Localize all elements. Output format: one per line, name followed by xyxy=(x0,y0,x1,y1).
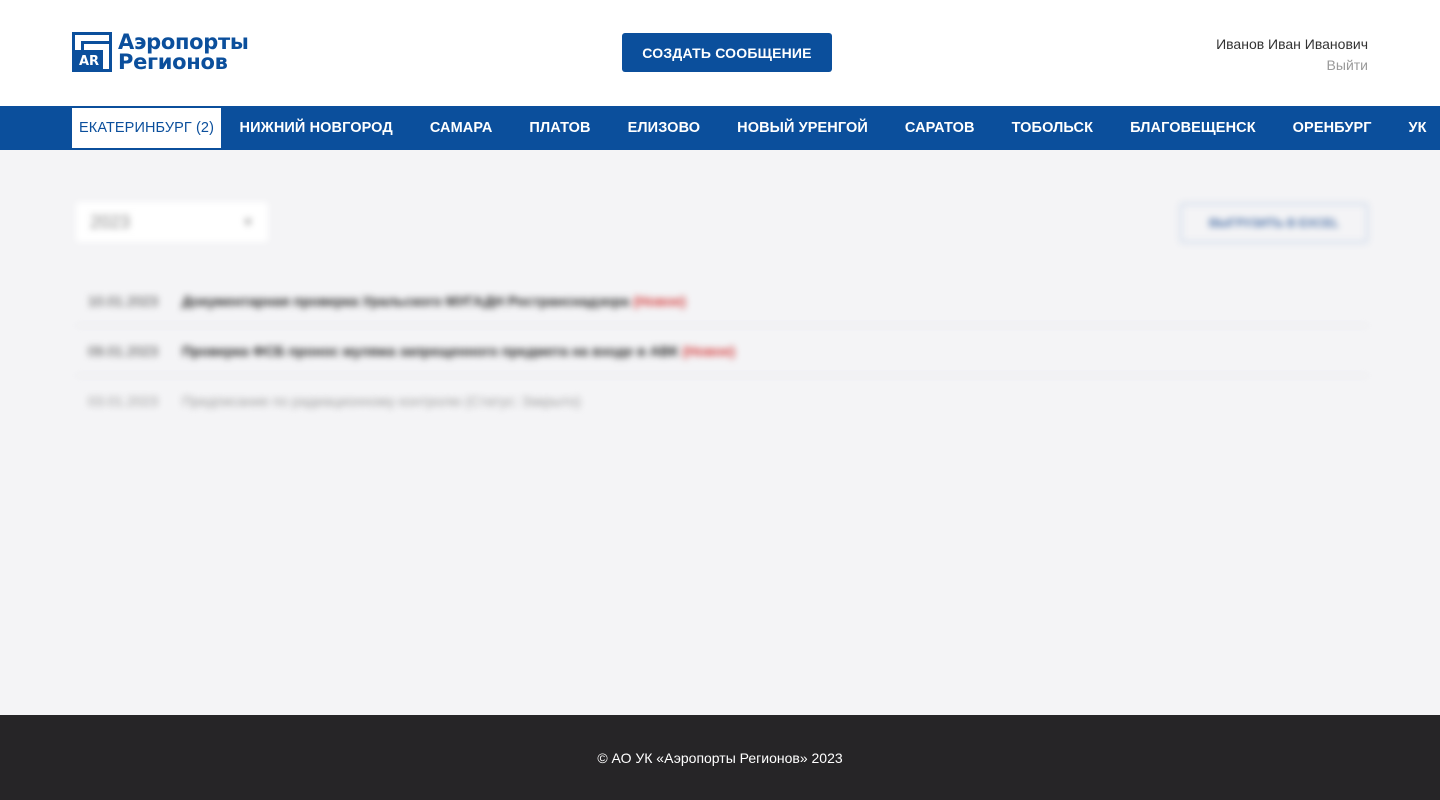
tab-nizhny-novgorod[interactable]: НИЖНИЙ НОВГОРОД xyxy=(221,106,411,150)
city-tabs: ЕКАТЕРИНБУРГ (2) НИЖНИЙ НОВГОРОД САМАРА … xyxy=(0,106,1440,150)
footer-copyright: © АО УК «Аэропорты Регионов» 2023 xyxy=(597,749,843,766)
tab-uk[interactable]: УК xyxy=(1390,106,1440,150)
user-block: Иванов Иван Иванович Выйти xyxy=(1216,34,1368,76)
logo-line-2: Регионов xyxy=(118,50,228,74)
year-select[interactable]: 2023 ▼ xyxy=(76,202,268,242)
footer: © АО УК «Аэропорты Регионов» 2023 xyxy=(0,715,1440,800)
message-title: Документарная проверка Уральского МУГАДН… xyxy=(182,292,630,309)
status-badge: (Новое) xyxy=(682,342,736,359)
user-name: Иванов Иван Иванович xyxy=(1216,36,1368,52)
message-title: Проверка ФСБ пронос муляжа запрещенного … xyxy=(182,342,679,359)
header: AR Аэропорты Регионов СОЗДАТЬ СООБЩЕНИЕ … xyxy=(0,0,1440,106)
export-excel-button[interactable]: ВЫГРУЗИТЬ В EXCEL xyxy=(1180,203,1368,243)
tab-ekaterinburg[interactable]: ЕКАТЕРИНБУРГ (2) xyxy=(72,108,222,148)
tab-blagoveshchensk[interactable]: БЛАГОВЕЩЕНСК xyxy=(1112,106,1275,150)
blurred-content: 2023 ▼ ВЫГРУЗИТЬ В EXCEL 10.01.2023 Доку… xyxy=(0,150,1440,715)
logo[interactable]: AR Аэропорты Регионов xyxy=(72,30,249,74)
message-date: 09.01.2023 xyxy=(88,342,159,359)
tab-orenburg[interactable]: ОРЕНБУРГ xyxy=(1274,106,1390,150)
tab-novy-urengoy[interactable]: НОВЫЙ УРЕНГОЙ xyxy=(719,106,887,150)
logo-mark-text: AR xyxy=(75,50,103,72)
chevron-down-icon: ▼ xyxy=(242,215,254,229)
logo-text: Аэропорты Регионов xyxy=(118,30,249,74)
list-item[interactable]: 10.01.2023 Документарная проверка Уральс… xyxy=(76,276,1368,326)
message-date: 03.01.2023 xyxy=(88,393,159,409)
logout-link[interactable]: Выйти xyxy=(1216,55,1368,76)
tab-samara[interactable]: САМАРА xyxy=(411,106,511,150)
message-list: 10.01.2023 Документарная проверка Уральс… xyxy=(76,276,1368,426)
tab-elizovo[interactable]: ЕЛИЗОВО xyxy=(609,106,719,150)
message-date: 10.01.2023 xyxy=(88,292,159,309)
logo-mark-icon: AR xyxy=(72,32,112,72)
message-title: Предписание по радиационному контролю (С… xyxy=(182,393,581,409)
main-content: 2023 ▼ ВЫГРУЗИТЬ В EXCEL 10.01.2023 Доку… xyxy=(0,150,1440,715)
tab-platov[interactable]: ПЛАТОВ xyxy=(511,106,609,150)
tab-tobolsk[interactable]: ТОБОЛЬСК xyxy=(993,106,1111,150)
logo-line-1: Аэропорты xyxy=(118,30,249,54)
create-message-button[interactable]: СОЗДАТЬ СООБЩЕНИЕ xyxy=(622,33,832,72)
list-item[interactable]: 03.01.2023 Предписание по радиационному … xyxy=(76,376,1368,426)
status-badge: (Новое) xyxy=(633,292,686,309)
list-item[interactable]: 09.01.2023 Проверка ФСБ пронос муляжа за… xyxy=(76,326,1368,376)
tab-saratov[interactable]: САРАТОВ xyxy=(886,106,993,150)
year-select-value: 2023 xyxy=(90,211,131,232)
